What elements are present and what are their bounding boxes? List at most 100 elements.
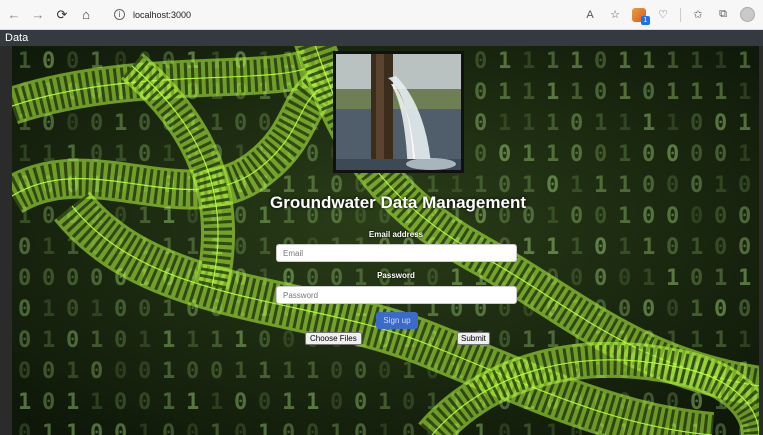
svg-text:1: 1 <box>66 359 79 384</box>
svg-text:1: 1 <box>18 390 31 415</box>
password-label: Password <box>377 271 415 280</box>
svg-text:0: 0 <box>162 421 175 435</box>
submit-button[interactable]: Submit <box>457 332 490 345</box>
svg-text:0: 0 <box>282 328 295 353</box>
svg-text:0: 0 <box>546 173 559 198</box>
svg-text:0: 0 <box>90 359 103 384</box>
svg-text:0: 0 <box>114 297 127 322</box>
svg-text:1: 1 <box>738 111 751 136</box>
svg-text:0: 0 <box>330 359 343 384</box>
svg-text:0: 0 <box>258 328 271 353</box>
url-text: localhost:3000 <box>133 9 192 20</box>
svg-text:0: 0 <box>138 390 151 415</box>
svg-text:1: 1 <box>42 297 55 322</box>
svg-text:0: 0 <box>18 297 31 322</box>
svg-text:1: 1 <box>258 359 271 384</box>
svg-text:1: 1 <box>546 142 559 167</box>
svg-text:0: 0 <box>666 204 679 229</box>
svg-text:1: 1 <box>210 111 223 136</box>
svg-text:0: 0 <box>642 142 655 167</box>
password-field[interactable] <box>276 286 517 304</box>
svg-text:0: 0 <box>114 421 127 435</box>
svg-text:1: 1 <box>330 421 343 435</box>
svg-text:1: 1 <box>546 111 559 136</box>
forward-arrow-icon[interactable]: → <box>28 5 48 25</box>
svg-text:1: 1 <box>66 390 79 415</box>
app-navbar: Data <box>0 30 763 46</box>
svg-text:1: 1 <box>186 328 199 353</box>
site-info-icon[interactable]: i <box>114 9 125 20</box>
svg-text:1: 1 <box>522 235 535 260</box>
svg-text:0: 0 <box>354 421 367 435</box>
refresh-icon[interactable]: ⟳ <box>52 5 72 25</box>
svg-text:0: 0 <box>594 266 607 291</box>
svg-text:1: 1 <box>162 328 175 353</box>
svg-text:1: 1 <box>378 421 391 435</box>
favorite-star-icon[interactable]: ☆ <box>607 7 623 23</box>
svg-text:1: 1 <box>138 421 151 435</box>
svg-text:0: 0 <box>690 111 703 136</box>
svg-text:0: 0 <box>18 266 31 291</box>
svg-text:0: 0 <box>66 49 79 74</box>
svg-text:1: 1 <box>18 49 31 74</box>
svg-text:1: 1 <box>618 142 631 167</box>
email-field[interactable] <box>276 244 517 262</box>
svg-text:1: 1 <box>522 142 535 167</box>
svg-text:1: 1 <box>738 49 751 74</box>
svg-text:0: 0 <box>18 421 31 435</box>
svg-text:1: 1 <box>162 390 175 415</box>
svg-text:1: 1 <box>546 204 559 229</box>
svg-text:0: 0 <box>42 390 55 415</box>
svg-text:0: 0 <box>402 421 415 435</box>
svg-text:1: 1 <box>618 111 631 136</box>
home-icon[interactable]: ⌂ <box>76 5 96 25</box>
svg-text:0: 0 <box>666 173 679 198</box>
svg-text:0: 0 <box>498 421 511 435</box>
navbar-brand[interactable]: Data <box>5 32 28 44</box>
read-aloud-icon[interactable]: A <box>582 7 598 23</box>
collections-icon[interactable]: ⧉ <box>715 7 731 23</box>
svg-text:0: 0 <box>90 266 103 291</box>
svg-text:0: 0 <box>690 173 703 198</box>
svg-text:0: 0 <box>642 80 655 105</box>
svg-text:1: 1 <box>162 359 175 384</box>
svg-text:0: 0 <box>570 142 583 167</box>
profile-avatar[interactable] <box>740 7 755 22</box>
svg-text:0: 0 <box>282 421 295 435</box>
svg-text:1: 1 <box>690 80 703 105</box>
svg-text:1: 1 <box>618 80 631 105</box>
svg-text:1: 1 <box>42 421 55 435</box>
svg-text:0: 0 <box>498 142 511 167</box>
back-arrow-icon[interactable]: ← <box>4 5 24 25</box>
svg-text:0: 0 <box>66 297 79 322</box>
svg-text:1: 1 <box>642 266 655 291</box>
choose-files-button[interactable]: Choose Files <box>305 332 362 345</box>
extension-icon[interactable] <box>632 7 650 25</box>
svg-text:0: 0 <box>714 142 727 167</box>
svg-text:1: 1 <box>258 235 271 260</box>
svg-text:0: 0 <box>306 421 319 435</box>
sign-up-button[interactable]: Sign up <box>376 312 418 329</box>
svg-text:0: 0 <box>570 204 583 229</box>
svg-text:0: 0 <box>594 49 607 74</box>
browser-essentials-icon[interactable]: ♡ <box>655 7 671 23</box>
svg-text:0: 0 <box>114 328 127 353</box>
svg-text:0: 0 <box>594 235 607 260</box>
svg-text:0: 0 <box>258 390 271 415</box>
svg-text:0: 0 <box>234 390 247 415</box>
svg-text:0: 0 <box>210 359 223 384</box>
address-bar[interactable]: i localhost:3000 <box>108 4 197 26</box>
svg-text:0: 0 <box>138 142 151 167</box>
favorites-icon[interactable]: ✩ <box>690 7 706 23</box>
svg-text:1: 1 <box>306 390 319 415</box>
svg-text:1: 1 <box>690 49 703 74</box>
svg-text:1: 1 <box>618 235 631 260</box>
svg-text:0: 0 <box>66 111 79 136</box>
svg-text:0: 0 <box>66 328 79 353</box>
svg-text:1: 1 <box>714 266 727 291</box>
svg-text:1: 1 <box>42 328 55 353</box>
svg-text:1: 1 <box>498 80 511 105</box>
svg-text:0: 0 <box>306 142 319 167</box>
svg-text:0: 0 <box>138 297 151 322</box>
water-pipe-photo <box>336 54 461 170</box>
